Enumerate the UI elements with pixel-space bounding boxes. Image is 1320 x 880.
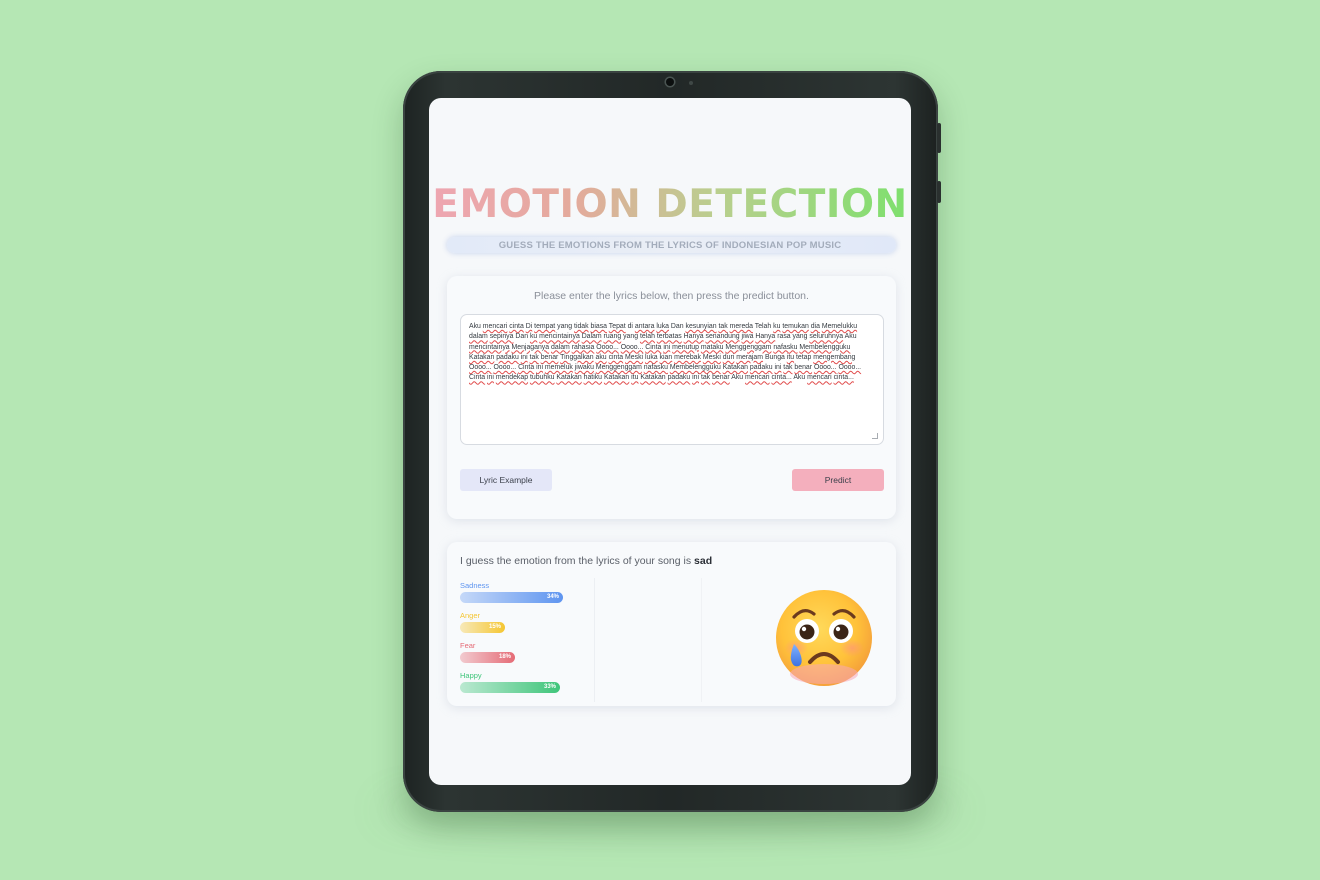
- tablet-device: EMOTION DETECTION GUESS THE EMOTIONS FRO…: [403, 71, 941, 812]
- lyrics-textarea[interactable]: Aku mencari cinta Di tempat yang tidak b…: [460, 314, 884, 445]
- lyrics-input-card: Please enter the lyrics below, then pres…: [447, 276, 896, 519]
- power-button: [937, 123, 941, 153]
- emotion-bar-happy: 33%: [460, 682, 560, 693]
- app-screen: EMOTION DETECTION GUESS THE EMOTIONS FRO…: [429, 98, 911, 785]
- page-title: EMOTION DETECTION: [429, 182, 911, 227]
- result-value: sad: [694, 555, 713, 567]
- emotion-bar-fill-happy: 33%: [460, 682, 560, 693]
- emotion-bar-fill-sadness: 34%: [460, 592, 563, 603]
- volume-button: [937, 181, 941, 203]
- emotion-bar-fill-fear: 18%: [460, 652, 515, 663]
- resize-grip-icon[interactable]: [872, 433, 878, 439]
- lyric-example-button[interactable]: Lyric Example: [460, 469, 552, 491]
- sensor-icon: [689, 81, 693, 85]
- emotion-bar-fear: 18%: [460, 652, 515, 663]
- emotion-label-anger: Anger: [460, 611, 481, 620]
- lyrics-text: Aku mencari cinta Di tempat yang tidak b…: [469, 323, 862, 382]
- emotion-bar-fill-anger: 15%: [460, 622, 505, 633]
- camera-icon: [666, 78, 674, 86]
- instruction-text: Please enter the lyrics below, then pres…: [534, 290, 809, 302]
- result-prefix: I guess the emotion from the lyrics of y…: [460, 555, 692, 567]
- predict-button[interactable]: Predict: [792, 469, 884, 491]
- result-sentence: I guess the emotion from the lyrics of y…: [460, 555, 712, 567]
- divider: [701, 578, 702, 702]
- emotion-label-fear: Fear: [460, 641, 476, 650]
- divider: [594, 578, 595, 702]
- emotion-label-sadness: Sadness: [460, 581, 490, 590]
- emotion-bar-anger: 15%: [460, 622, 505, 633]
- emotion-bar-sadness: 34%: [460, 592, 563, 603]
- page-subtitle: GUESS THE EMOTIONS FROM THE LYRICS OF IN…: [498, 240, 842, 251]
- sad-tear-face-icon: [776, 590, 872, 686]
- emotion-label-happy: Happy: [460, 671, 482, 680]
